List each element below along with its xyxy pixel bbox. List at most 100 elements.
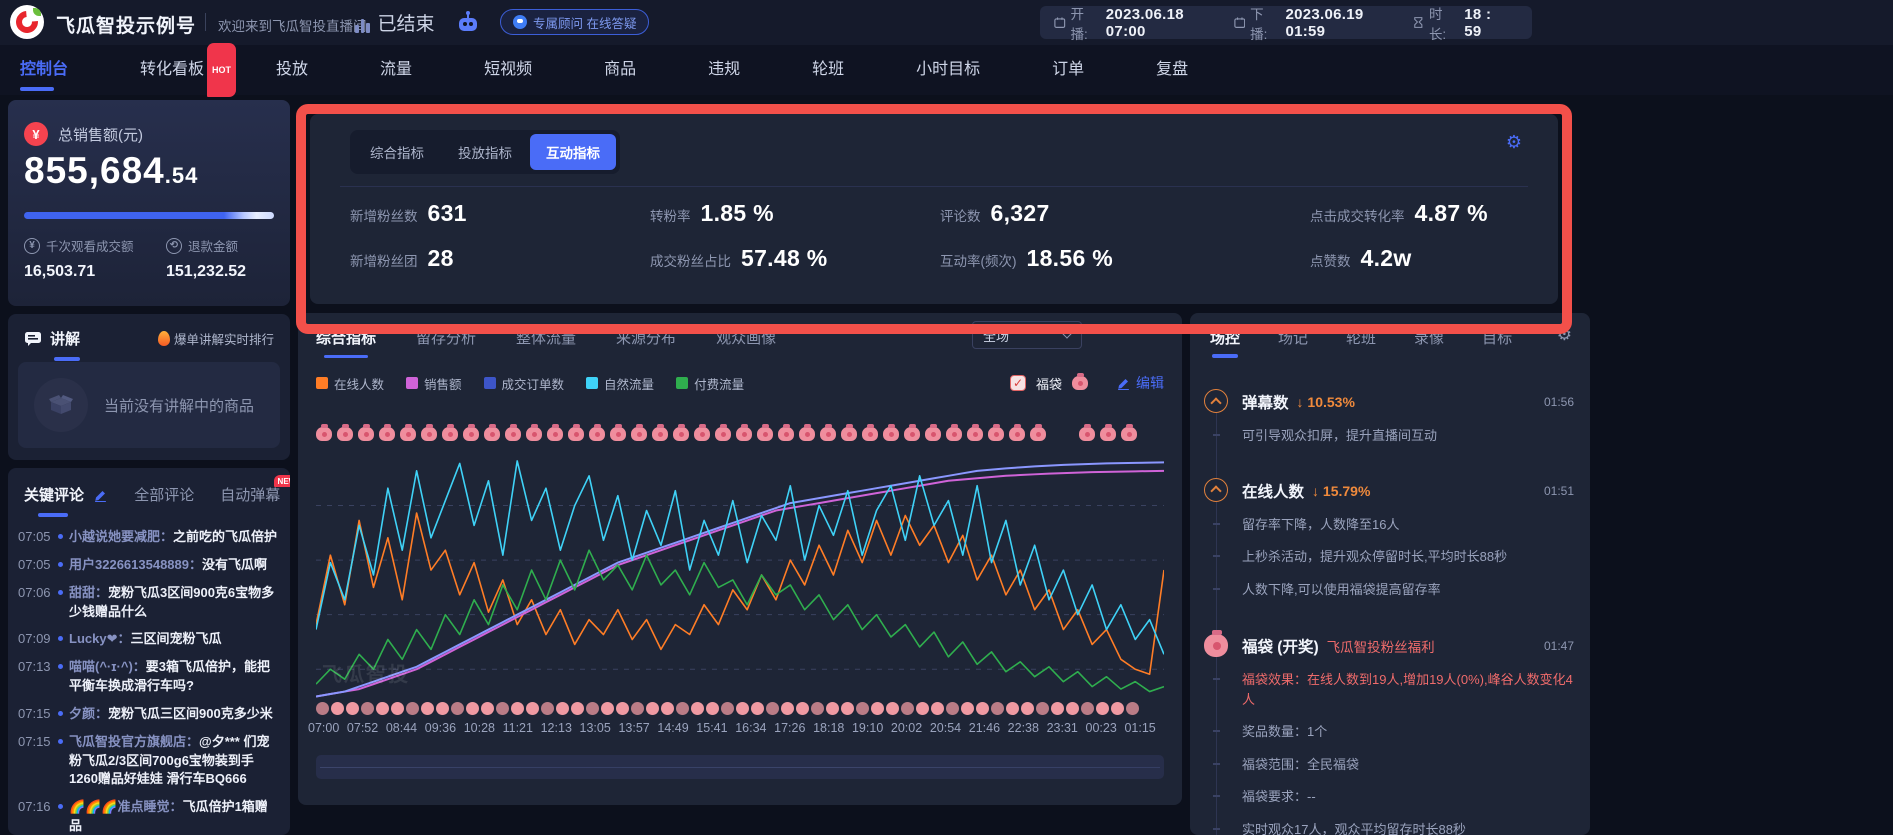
event-note: 福袋要求：-- [1242,787,1574,807]
event-delta: ↓ 15.79% [1312,483,1370,499]
chart-tab-3[interactable]: 来源分布 [616,327,676,348]
legend-paid[interactable]: 付费流量 [676,374,744,393]
lucky-bag-checkbox[interactable]: ✓ [1010,375,1026,391]
chevron-up-icon[interactable] [1204,478,1228,502]
account-title: 飞瓜智投示例号 [56,11,196,38]
event-subtitle: 飞瓜智投粉丝福利 [1327,636,1435,656]
nav-tab-1[interactable]: 转化看板HOT [132,45,212,95]
tab-explain[interactable]: 讲解 [24,328,80,349]
chart-tab-0[interactable]: 综合指标 [316,327,376,348]
nav-tab-2[interactable]: 投放 [268,45,316,95]
event-dot [736,702,749,715]
empty-box-icon [34,378,88,432]
x-tick-label: 17:26 [774,721,805,735]
control-tab-1[interactable]: 场记 [1278,327,1308,348]
comment-time: 07:05 [18,528,52,547]
lucky-bag-icon [799,427,815,441]
main-nav: 控制台 转化看板HOT 投放 流量 短视频 商品 违规 轮班 小时目标 订单 复盘 [0,45,1893,95]
nav-tab-8[interactable]: 小时目标 [908,45,988,95]
event-dot [751,702,764,715]
legend-organic[interactable]: 自然流量 [586,374,654,393]
event-dot [766,702,779,715]
nav-tab-3[interactable]: 流量 [372,45,420,95]
comment-row: 07:15夕颜：宠粉飞瓜三区间900克多少米 [18,705,280,724]
lucky-bag-icon [673,427,689,441]
gear-icon[interactable]: ⚙ [1506,132,1522,153]
tab-auto-danmu[interactable]: 自动弹幕 NEW [220,484,280,505]
nav-tab-4[interactable]: 短视频 [476,45,540,95]
chart-tab-1[interactable]: 留存分析 [416,327,476,348]
edit-button[interactable]: 编辑 [1116,373,1164,393]
event-danmu[interactable]: 弹幕数 ↓ 10.53% 01:56 可引导观众扣屏，提升直播间互动 [1190,391,1590,446]
legend-swatch [406,377,418,389]
metric-cell: 成交粉丝占比57.48 % [650,245,940,272]
nav-tab-0[interactable]: 控制台 [12,45,76,95]
control-tab-4[interactable]: 目标 [1482,327,1512,348]
x-tick-label: 20:02 [891,721,922,735]
chart-plot[interactable]: 飞瓜智投 [316,413,1164,713]
series-line-自然流量 [316,461,1164,654]
event-dot [931,702,944,715]
chart-tab-4[interactable]: 观众画像 [716,327,776,348]
robot-assistant-icon[interactable] [455,10,481,41]
divider [205,13,206,31]
control-tab-2[interactable]: 轮班 [1346,327,1376,348]
live-control-panel: 场控 场记 轮班 录像 目标 ⚙ 弹幕数 ↓ 10.53% 01:56 可引导观众扣屏，… [1190,313,1590,835]
comment-row: 07:15飞瓜智投官方旗舰店：@夕*** 们宠粉飞瓜2/3区间700g6宝物装到… [18,733,280,790]
nav-tab-10[interactable]: 复盘 [1148,45,1196,95]
nav-tab-9[interactable]: 订单 [1044,45,1092,95]
event-dot [586,702,599,715]
chart-tabs: 综合指标 留存分析 整体流量 来源分布 观众画像 [316,327,776,348]
comment-row: 07:13喵喵(^·ɪ·^)：要3箱飞瓜倍护，能把平衡车换成滑行车吗? [18,658,280,696]
tab-all-comments[interactable]: 全部评论 [134,484,194,505]
line-chart [316,413,1164,713]
sales-progress-bar [24,212,274,219]
nav-tab-label: 违规 [708,61,740,78]
tab-key-comments[interactable]: 关键评论 [24,484,108,505]
lucky-bag-icon [1121,427,1137,441]
metrics-tab-1[interactable]: 投放指标 [442,134,528,170]
chart-tab-2[interactable]: 整体流量 [516,327,576,348]
range-select[interactable]: 全场 [972,321,1082,349]
x-tick-label: 01:15 [1124,721,1155,735]
comment-dot [58,804,63,809]
comment-user: 飞瓜智投官方旗舰店： [69,734,199,749]
hot-explain-rank-link[interactable]: 爆单讲解实时排行 [158,329,274,348]
lucky-bag-icon [883,427,899,441]
consultant-pill[interactable]: 专属顾问 在线答疑 [500,9,649,35]
control-tab-3[interactable]: 录像 [1414,327,1444,348]
comment-time: 07:06 [18,584,52,622]
comment-user: 用户3226613548889： [69,557,202,572]
event-dot [451,702,464,715]
gear-icon[interactable]: ⚙ [1557,325,1572,345]
event-dot [526,702,539,715]
comment-time: 07:05 [18,556,52,575]
nav-tab-6[interactable]: 违规 [700,45,748,95]
legend-online[interactable]: 在线人数 [316,374,384,393]
chevron-up-icon[interactable] [1204,389,1228,413]
metrics-tab-0[interactable]: 综合指标 [354,134,440,170]
edit-pencil-icon[interactable] [93,488,108,502]
nav-tab-label: 小时目标 [916,61,980,78]
chart-scrollbar[interactable] [316,755,1164,779]
calendar-icon [1054,16,1066,29]
control-tab-0[interactable]: 场控 [1210,327,1240,348]
x-tick-label: 07:52 [347,721,378,735]
comment-dot [58,739,63,744]
lucky-bag-icon [820,427,836,441]
nav-tab-5[interactable]: 商品 [596,45,644,95]
lucky-bag-icon [505,427,521,441]
metric-label: 互动率(频次) [940,250,1017,270]
comment-dot [58,534,63,539]
lucky-bag-icon [442,427,458,441]
event-lucky-bag[interactable]: 福袋 (开奖) 飞瓜智投粉丝福利 01:47 福袋效果：在线人数到19人,增加1… [1190,635,1590,835]
legend-sales[interactable]: 销售额 [406,374,462,393]
legend-orders[interactable]: 成交订单数 [484,374,565,393]
x-tick-label: 20:54 [930,721,961,735]
event-online[interactable]: 在线人数 ↓ 15.79% 01:51 留存率下降，人数降至16人 上秒杀活动，… [1190,480,1590,600]
x-tick-label: 12:13 [541,721,572,735]
nav-tab-7[interactable]: 轮班 [804,45,852,95]
legend-swatch [676,377,688,389]
metrics-tab-2[interactable]: 互动指标 [530,134,616,170]
event-dot [421,702,434,715]
